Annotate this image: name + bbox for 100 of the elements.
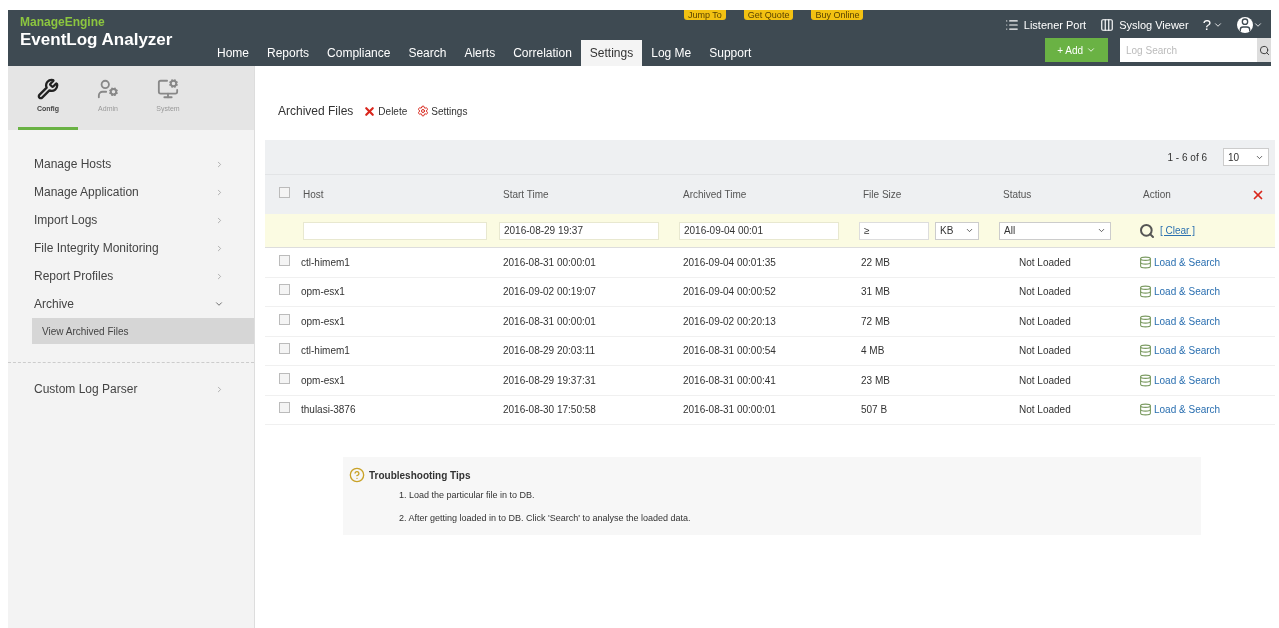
list-icon: [1004, 18, 1019, 33]
caret-icon: [215, 243, 224, 253]
table-cell-text: Not Loaded: [1018, 255, 1072, 270]
sidebar-subitem[interactable]: View Archived Files: [32, 318, 254, 344]
database-icon: [1139, 255, 1152, 269]
size-filter-field[interactable]: ≥: [859, 221, 929, 240]
table-cell-text: opm-esx1: [300, 285, 346, 300]
caret-icon: [215, 384, 224, 394]
archived-time-filter-field[interactable]: 2016-09-04 00:01: [679, 221, 839, 240]
sidebar-item[interactable]: Manage Hosts: [8, 150, 254, 178]
table-cell-text: thulasi-3876: [300, 403, 357, 418]
table-cell-text: 2016-08-31 00:00:01: [502, 255, 597, 270]
search-button[interactable]: [1257, 38, 1271, 62]
host-filter-field[interactable]: [303, 221, 487, 240]
nav-tab[interactable]: Alerts: [455, 40, 505, 66]
brand-name: ManageEngine: [20, 14, 106, 30]
table-cell-text: opm-esx1: [300, 314, 346, 329]
search-icon: [1258, 44, 1270, 56]
sidebar-item[interactable]: Archive: [8, 290, 254, 318]
columns-icon: [1100, 18, 1115, 33]
search-icon[interactable]: [1139, 222, 1155, 239]
table-cell-text: Not Loaded: [1018, 403, 1072, 418]
unit-select[interactable]: KB: [935, 221, 979, 240]
table-cell-text: 2016-08-31 00:00:01: [502, 314, 597, 329]
header-link[interactable]: Listener Port: [1004, 17, 1087, 34]
log-search-field[interactable]: Log Search: [1120, 38, 1257, 62]
promo-badge[interactable]: Jump To: [684, 10, 726, 20]
user-menu[interactable]: [1237, 17, 1263, 34]
load-search-link[interactable]: Load & Search: [1139, 284, 1275, 300]
table-cell-text: 507 B: [860, 403, 889, 418]
nav-tab[interactable]: Support: [700, 40, 761, 66]
nav-tab[interactable]: Correlation: [504, 40, 581, 66]
nav-tab[interactable]: Compliance: [318, 40, 400, 66]
load-search-link[interactable]: Load & Search: [1139, 402, 1275, 418]
pagination-text: 1 - 6 of 6: [1167, 150, 1207, 165]
page-size-select[interactable]: 10: [1223, 148, 1269, 166]
table-cell-text: Not Loaded: [1018, 285, 1072, 300]
column-header: Status: [1002, 188, 1033, 202]
settings-icon: [417, 105, 430, 117]
caret-icon: [215, 215, 224, 225]
table-cell-text: 2016-09-04 00:00:52: [682, 285, 777, 300]
table-cell-text: Not Loaded: [1018, 314, 1072, 329]
tip-text: 2. After getting loaded in to DB. Click 'Search' to analyse the loaded data.: [399, 511, 692, 525]
promo-badge[interactable]: Buy Online: [811, 10, 864, 20]
row-checkbox[interactable]: [279, 313, 290, 325]
row-checkbox[interactable]: [279, 372, 290, 384]
column-header: Start Time: [502, 188, 550, 202]
sidebar-item[interactable]: Report Profiles: [8, 262, 254, 290]
database-icon: [1139, 285, 1152, 299]
sidebar-item[interactable]: Custom Log Parser: [8, 375, 254, 403]
page-title: Archived Files: [278, 103, 354, 120]
table-cell-text: 22 MB: [860, 255, 891, 270]
caret-icon: [1086, 45, 1096, 55]
table-cell-text: 2016-09-04 00:01:35: [682, 255, 777, 270]
nav-tab[interactable]: Settings: [580, 40, 643, 66]
product-name: EventLog Analyzer: [20, 30, 174, 50]
sidebar-item[interactable]: Manage Application: [8, 178, 254, 206]
header-link[interactable]: Syslog Viewer: [1100, 17, 1189, 34]
table-cell-text: 31 MB: [860, 285, 891, 300]
help-menu[interactable]: ?: [1202, 14, 1223, 37]
table-cell-text: 23 MB: [860, 373, 891, 388]
row-checkbox[interactable]: [279, 254, 290, 266]
table-cell-text: 2016-09-02 00:19:07: [502, 285, 597, 300]
table-cell-text: 2016-08-29 19:37:31: [502, 373, 597, 388]
nav-tab[interactable]: Home: [208, 40, 258, 66]
promo-badge[interactable]: Get Quote: [743, 10, 794, 20]
column-header: Archived Time: [682, 188, 748, 202]
table-cell-text: 2016-08-29 20:03:11: [502, 344, 597, 359]
row-checkbox[interactable]: [279, 187, 290, 198]
nav-tab[interactable]: Reports: [258, 40, 319, 66]
status-select[interactable]: All: [999, 221, 1111, 240]
user-gear-icon: [97, 78, 119, 101]
delete-icon: [363, 104, 377, 118]
load-search-link[interactable]: Load & Search: [1139, 254, 1275, 270]
load-search-link[interactable]: Load & Search: [1139, 372, 1275, 388]
load-search-link[interactable]: Load & Search: [1139, 313, 1275, 329]
database-icon: [1139, 373, 1152, 387]
column-header: Host: [302, 188, 325, 202]
sidebar-item[interactable]: File Integrity Monitoring: [8, 234, 254, 262]
toolbar-link[interactable]: Delete: [363, 103, 408, 119]
table-cell-text: Not Loaded: [1018, 344, 1072, 359]
row-checkbox[interactable]: [279, 343, 290, 355]
database-icon: [1139, 403, 1152, 417]
table-cell-text: 2016-08-30 17:50:58: [502, 403, 597, 418]
user-icon: [1237, 17, 1253, 34]
row-checkbox[interactable]: [279, 402, 290, 414]
row-checkbox[interactable]: [279, 284, 290, 296]
sidebar-item[interactable]: Import Logs: [8, 206, 254, 234]
table-cell-text: opm-esx1: [300, 373, 346, 388]
nav-tab[interactable]: Log Me: [642, 40, 701, 66]
clear-link[interactable]: [ Clear ]: [1160, 223, 1195, 238]
load-search-link[interactable]: Load & Search: [1139, 343, 1275, 359]
table-cell-text: 4 MB: [860, 344, 886, 359]
nav-tab[interactable]: Search: [399, 40, 456, 66]
toolbar-link[interactable]: Settings: [417, 103, 468, 119]
table-cell-text: 2016-08-31 00:00:01: [682, 403, 777, 418]
table-cell-text: 2016-09-02 00:20:13: [682, 314, 777, 329]
caret-icon: [215, 187, 224, 197]
start-time-filter-field[interactable]: 2016-08-29 19:37: [499, 221, 659, 240]
table-cell-text: 72 MB: [860, 314, 891, 329]
